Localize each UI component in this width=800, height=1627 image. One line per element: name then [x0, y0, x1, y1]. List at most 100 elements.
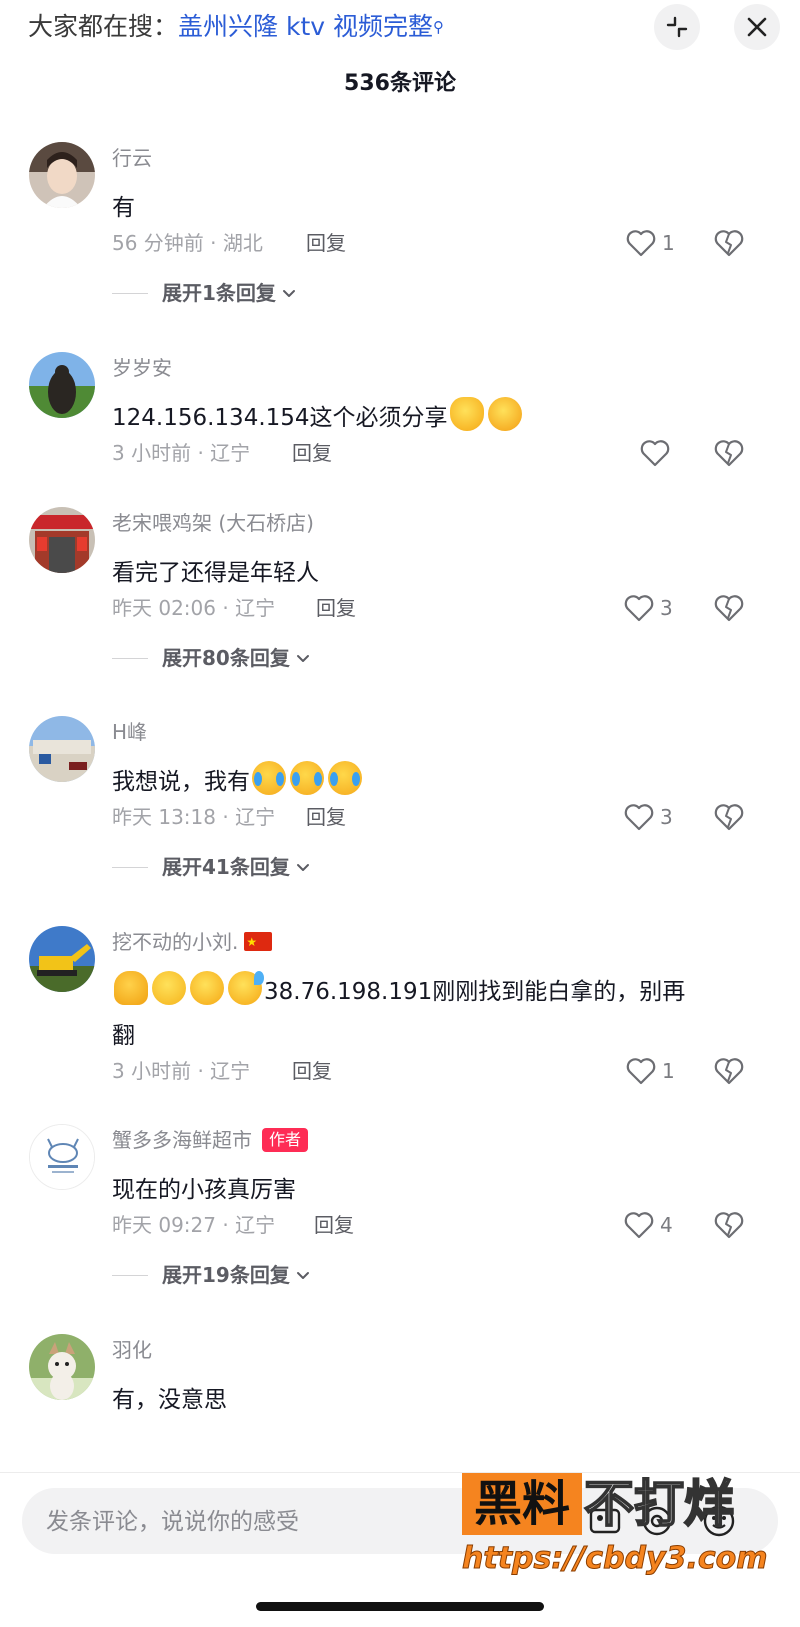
watermark-highlight: 黑料 [462, 1473, 582, 1535]
comment-username[interactable]: H峰 [112, 719, 147, 745]
reply-button[interactable]: 回复 [316, 593, 356, 623]
like-count: 3 [660, 805, 673, 829]
broken-heart-icon[interactable] [714, 593, 744, 623]
sweat-emoji [228, 971, 264, 1005]
divider [112, 866, 148, 868]
watermark-text: 不打烊 [583, 1474, 735, 1534]
avatar[interactable] [29, 926, 95, 992]
like-count: 1 [662, 231, 675, 255]
search-suggestion-prefix: 大家都在搜： [28, 12, 179, 41]
crying-face-emoji [328, 761, 362, 795]
chevron-down-icon [296, 655, 309, 662]
close-button[interactable] [734, 4, 780, 50]
thinking-emoji [152, 971, 186, 1005]
comment-count-title: 536条评论 [344, 71, 456, 96]
crying-face-emoji [290, 761, 324, 795]
comment-text-body: 我想说，我有 [112, 769, 250, 795]
comment-username[interactable]: 蟹多多海鲜超市 作者 [112, 1127, 309, 1153]
divider [112, 292, 148, 294]
comment-meta: 3 小时前 · 辽宁 [112, 441, 251, 465]
pray-emoji [114, 971, 148, 1005]
collapse-icon [666, 16, 688, 38]
search-suggestion[interactable]: 大家都在搜：盖州兴隆 ktv 视频完整⚲ [28, 10, 444, 44]
broken-heart-icon[interactable] [714, 228, 744, 258]
comment-text: 有，没意思 [112, 1387, 227, 1413]
comment-meta: 56 分钟前 · 湖北 [112, 231, 263, 255]
chevron-down-icon [296, 1272, 309, 1279]
comment-text-line2: 翻 [112, 1023, 135, 1049]
avatar[interactable] [29, 352, 95, 418]
broken-heart-icon[interactable] [714, 438, 744, 468]
divider [112, 657, 148, 659]
reply-button[interactable]: 回复 [292, 438, 332, 468]
close-icon [747, 17, 767, 37]
divider [112, 1274, 148, 1276]
search-suggestion-query[interactable]: 盖州兴隆 ktv 视频完整 [178, 12, 433, 41]
comment-username-text: 挖不动的小刘. [112, 930, 239, 954]
broken-heart-icon[interactable] [714, 1210, 744, 1240]
like-button[interactable]: 1 [626, 228, 675, 258]
comment-meta: 3 小时前 · 辽宁 [112, 1059, 251, 1083]
like-count: 1 [662, 1059, 675, 1083]
heart-icon [626, 230, 656, 257]
avatar[interactable] [29, 1124, 95, 1190]
top-bar: 大家都在搜：盖州兴隆 ktv 视频完整⚲ [0, 0, 800, 56]
expand-replies-label: 展开41条回复 [162, 855, 290, 879]
comment-text: 124.156.134.154这个必须分享 [112, 396, 762, 440]
comment-username[interactable]: 行云 [112, 145, 152, 171]
clap-emoji [449, 397, 484, 431]
comment-text: 38.76.198.191刚刚找到能白拿的，别再翻 [112, 970, 762, 1058]
like-button[interactable]: 4 [624, 1210, 673, 1240]
heart-icon [624, 595, 654, 622]
comment-text: 有 [112, 195, 135, 221]
comment-meta: 昨天 02:06 · 辽宁 [112, 596, 276, 620]
avatar[interactable] [29, 1334, 95, 1400]
crying-face-emoji [252, 761, 286, 795]
comment-text-body: 124.156.134.154这个必须分享 [112, 405, 448, 431]
reply-button[interactable]: 回复 [306, 802, 346, 832]
comment-username[interactable]: 羽化 [112, 1337, 152, 1363]
heart-icon [624, 804, 654, 831]
comment-username[interactable]: 老宋喂鸡架 (大石桥店) [112, 510, 314, 536]
collapse-button[interactable] [654, 4, 700, 50]
comment-text: 我想说，我有 [112, 760, 762, 804]
avatar[interactable] [29, 142, 95, 208]
angry-emoji [487, 397, 522, 431]
like-button[interactable]: 1 [626, 1056, 675, 1086]
comment-username[interactable]: 岁岁安 [112, 355, 172, 381]
watermark: 黑料 不打烊 https://cbdy3.com [462, 1473, 782, 1593]
avatar[interactable] [29, 507, 95, 573]
heart-icon [640, 440, 670, 467]
avatar[interactable] [29, 716, 95, 782]
expand-replies-label: 展开1条回复 [162, 281, 276, 305]
like-button[interactable]: 3 [624, 593, 673, 623]
comment-meta: 昨天 09:27 · 辽宁 [112, 1213, 276, 1237]
home-indicator[interactable] [256, 1602, 544, 1611]
expand-replies-button[interactable]: 展开19条回复 [112, 1260, 312, 1290]
chevron-down-icon [282, 290, 295, 297]
comment-meta: 昨天 13:18 · 辽宁 [112, 805, 276, 829]
expand-replies-label: 展开19条回复 [162, 1263, 290, 1287]
expand-replies-button[interactable]: 展开41条回复 [112, 852, 312, 882]
broken-heart-icon[interactable] [714, 1056, 744, 1086]
reply-button[interactable]: 回复 [306, 228, 346, 258]
expand-replies-button[interactable]: 展开1条回复 [112, 278, 298, 308]
expand-replies-button[interactable]: 展开80条回复 [112, 643, 312, 673]
reply-button[interactable]: 回复 [292, 1056, 332, 1086]
expand-replies-label: 展开80条回复 [162, 646, 290, 670]
china-flag-icon [244, 929, 273, 955]
like-button[interactable]: 3 [624, 802, 673, 832]
comment-text: 看完了还得是年轻人 [112, 560, 319, 586]
search-icon: ⚲ [433, 18, 444, 36]
comment-input[interactable] [44, 1488, 488, 1556]
like-button[interactable] [640, 438, 670, 468]
watermark-url: https://cbdy3.com [462, 1541, 768, 1577]
comment-username[interactable]: 挖不动的小刘. [112, 929, 273, 955]
heart-icon [624, 1212, 654, 1239]
comment-username-text: 蟹多多海鲜超市 [112, 1128, 252, 1152]
broken-heart-icon[interactable] [714, 802, 744, 832]
chevron-down-icon [296, 864, 309, 871]
reply-button[interactable]: 回复 [314, 1210, 354, 1240]
like-count: 4 [660, 1213, 673, 1237]
like-count: 3 [660, 596, 673, 620]
